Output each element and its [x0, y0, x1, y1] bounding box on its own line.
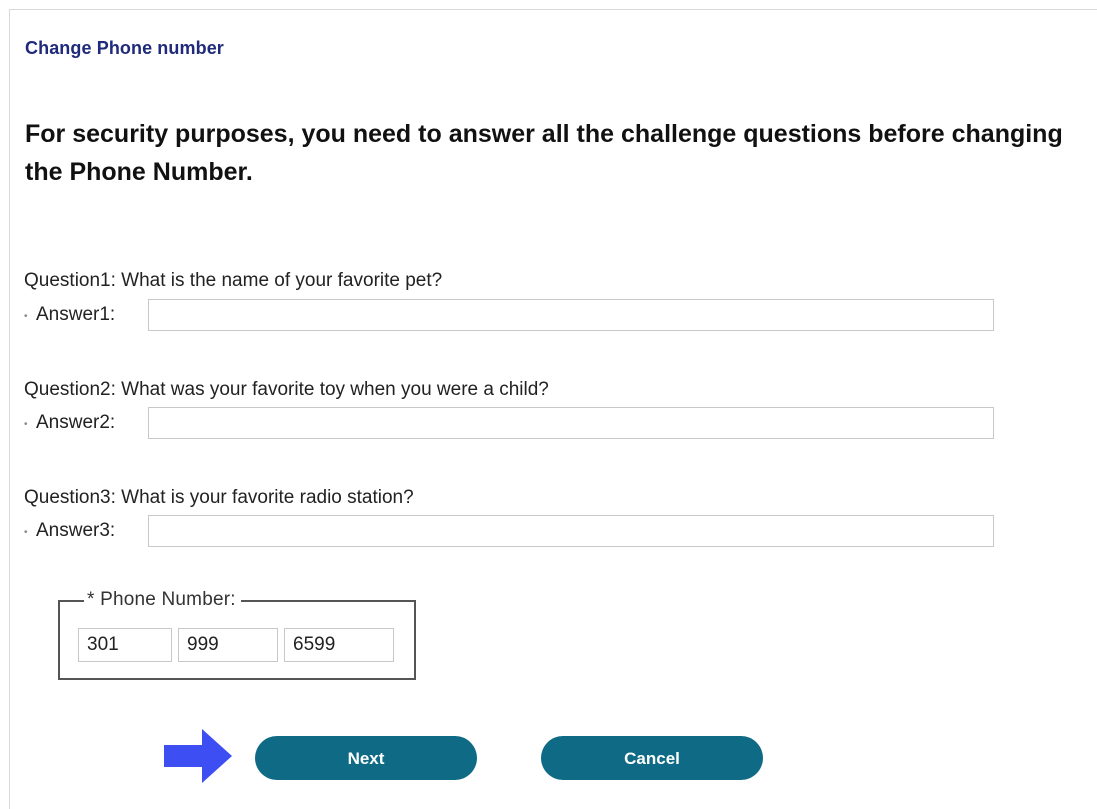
phone-prefix-input[interactable]: [178, 628, 278, 662]
answer-1-label: Answer1:: [36, 304, 116, 325]
question-3-text: Question3: What is your favorite radio s…: [24, 487, 414, 508]
security-heading: For security purposes, you need to answe…: [25, 120, 1063, 186]
question-2-text: Question2: What was your favorite toy wh…: [24, 379, 549, 400]
required-marker: •: [24, 310, 28, 322]
phone-area-code-input[interactable]: [78, 628, 172, 662]
phone-number-legend: * Phone Number:: [84, 589, 241, 611]
answer-2-input[interactable]: [148, 407, 994, 439]
phone-line-input[interactable]: [284, 628, 394, 662]
answer-2-row: • Answer2:: [24, 405, 994, 441]
answer-2-label: Answer2:: [36, 412, 116, 433]
answer-3-row: • Answer3:: [24, 513, 994, 549]
required-marker: •: [24, 526, 28, 538]
phone-number-fieldset: * Phone Number:: [58, 589, 416, 680]
answer-3-input[interactable]: [148, 515, 994, 547]
cancel-button[interactable]: Cancel: [541, 736, 763, 780]
right-arrow-icon: [164, 729, 232, 783]
answer-3-label: Answer3:: [36, 520, 116, 541]
page-title: Change Phone number: [25, 38, 224, 58]
next-button[interactable]: Next: [255, 736, 477, 780]
required-marker: •: [24, 418, 28, 430]
answer-1-input[interactable]: [148, 299, 994, 331]
answer-1-row: • Answer1:: [24, 297, 994, 333]
question-1-text: Question1: What is the name of your favo…: [24, 270, 443, 291]
